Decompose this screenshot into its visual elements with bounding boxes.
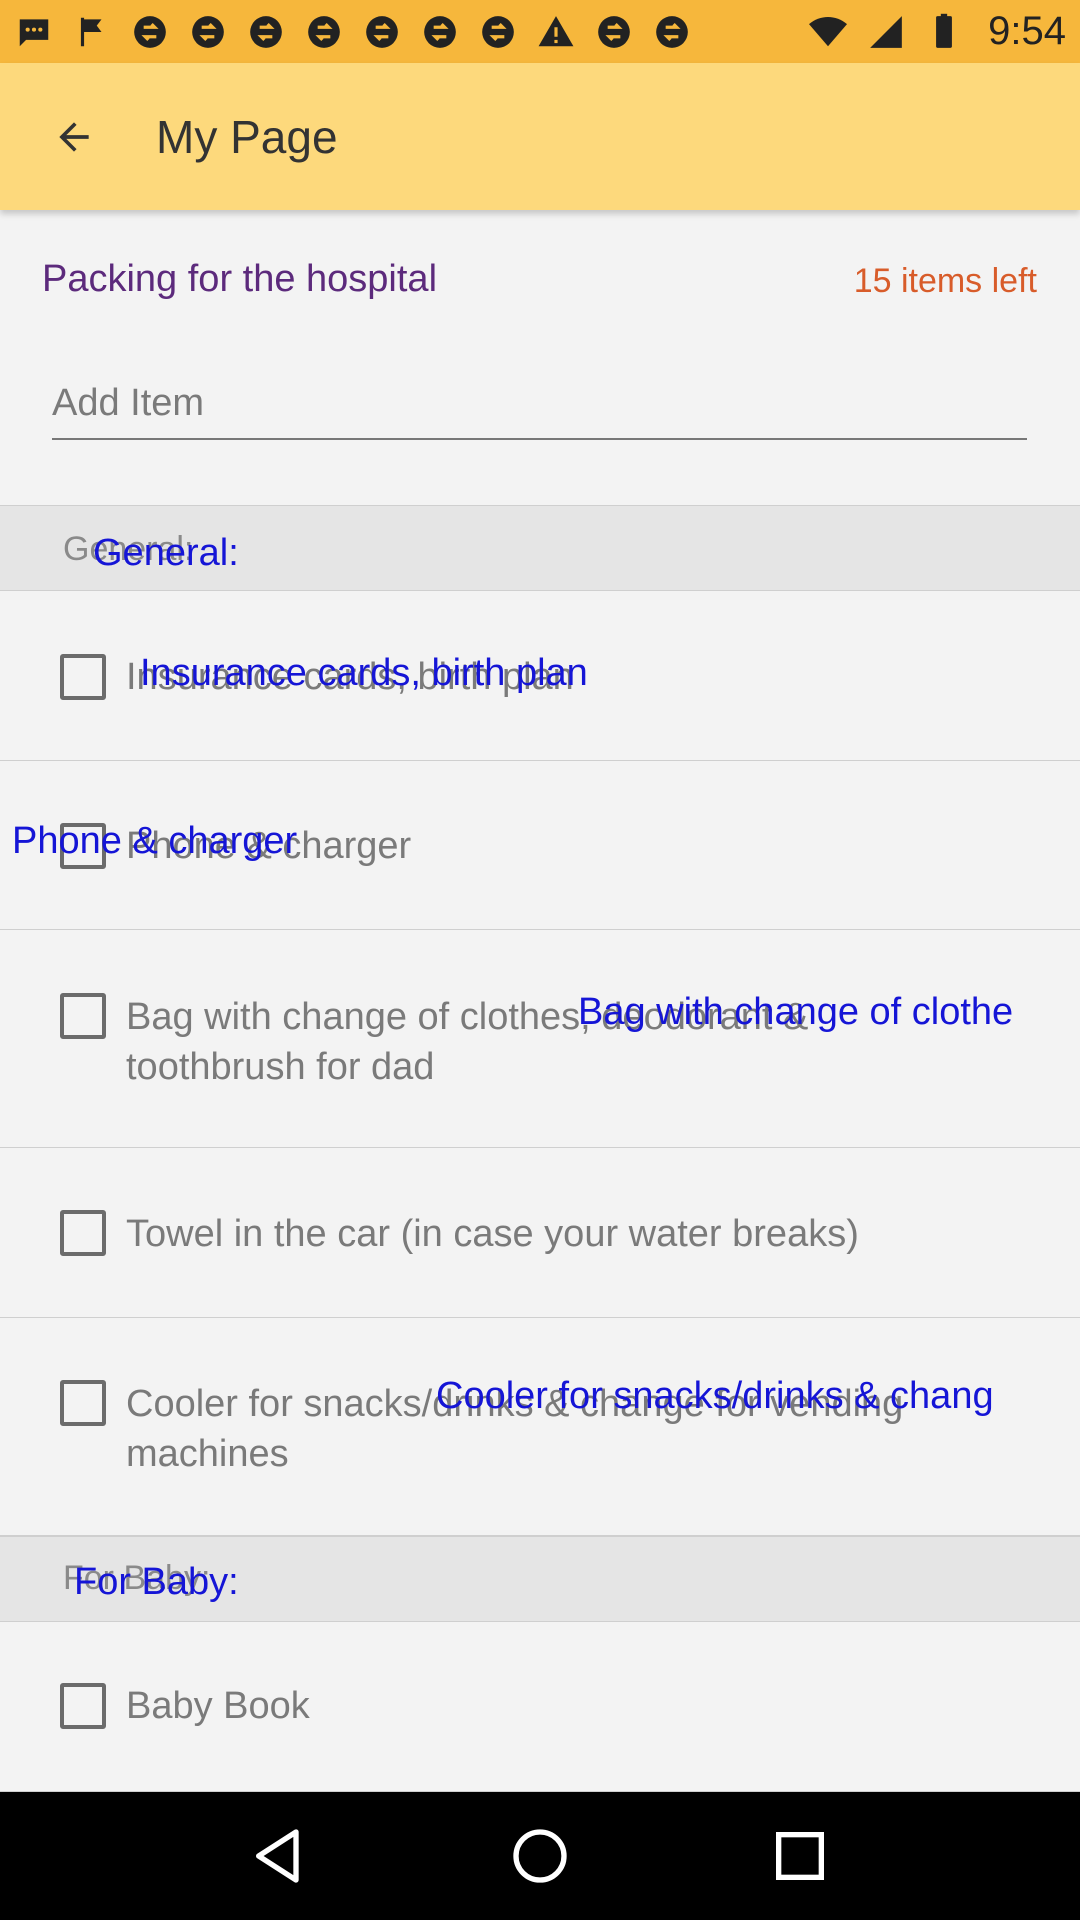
- status-bar: 9:54: [0, 0, 1080, 63]
- arrow-back-icon: [59, 121, 89, 152]
- sync-icon: [246, 12, 286, 52]
- back-button[interactable]: [38, 101, 110, 173]
- section-header-general: General: General:: [0, 505, 1080, 591]
- list-item[interactable]: Bag with change of clothes, deodorant & …: [0, 930, 1080, 1148]
- navigation-bar: [0, 1792, 1080, 1920]
- sync-icon: [652, 12, 692, 52]
- nav-recents-button[interactable]: [760, 1816, 840, 1896]
- signal-icon: [866, 12, 906, 52]
- list-item[interactable]: Cooler for snacks/drinks & change for ve…: [0, 1318, 1080, 1536]
- list-item[interactable]: Insurance cards, birth plan Insurance ca…: [0, 591, 1080, 761]
- add-item-input[interactable]: [52, 378, 1027, 440]
- system-icons: 9:54: [808, 9, 1066, 54]
- nav-back-button[interactable]: [240, 1816, 320, 1896]
- item-checkbox[interactable]: [60, 654, 106, 700]
- page-title: My Page: [156, 110, 338, 163]
- item-checkbox[interactable]: [60, 1210, 106, 1256]
- section-label-overlay: General:: [93, 532, 239, 574]
- sync-icon: [478, 12, 518, 52]
- battery-icon: [924, 12, 964, 52]
- sync-icon: [188, 12, 228, 52]
- item-text: Towel in the car (in case your water bre…: [126, 1213, 859, 1255]
- sync-icon: [362, 12, 402, 52]
- warning-icon: [536, 12, 576, 52]
- sync-icon: [304, 12, 344, 52]
- back-triangle-icon: [256, 1829, 299, 1883]
- item-checkbox[interactable]: [60, 993, 106, 1039]
- item-overlay-text: Bag with change of clothe: [578, 991, 1014, 1033]
- sync-icon: [420, 12, 460, 52]
- app-bar: My Page: [0, 63, 1080, 210]
- wifi-icon: [808, 12, 848, 52]
- item-checkbox[interactable]: [60, 1683, 106, 1729]
- recents-square-icon: [776, 1832, 824, 1880]
- flag-icon: [72, 12, 112, 52]
- sync-icon: [594, 12, 634, 52]
- notification-icons: [14, 12, 808, 52]
- list-title: Packing for the hospital: [42, 258, 438, 300]
- list-item[interactable]: Towel in the car (in case your water bre…: [0, 1148, 1080, 1318]
- nav-home-button[interactable]: [500, 1816, 580, 1896]
- items-left-count: 15 items left: [853, 262, 1037, 300]
- item-overlay-text: Insurance cards, birth plan: [140, 652, 588, 694]
- item-checkbox[interactable]: [60, 1380, 106, 1426]
- item-text: Baby Book: [126, 1685, 310, 1727]
- sync-icon: [130, 12, 170, 52]
- list-item[interactable]: Baby Book: [0, 1622, 1080, 1792]
- message-icon: [14, 12, 54, 52]
- status-time: 9:54: [988, 9, 1066, 53]
- section-header-for-baby: For Baby: For Baby:: [0, 1536, 1080, 1622]
- item-overlay-text: Cooler for snacks/drinks & chang: [436, 1375, 994, 1417]
- section-label-overlay: For Baby:: [74, 1561, 239, 1603]
- item-overlay-text: Phone & charger: [12, 820, 298, 862]
- home-circle-icon: [513, 1829, 567, 1883]
- list-item[interactable]: Phone & charger Phone & charger: [0, 761, 1080, 930]
